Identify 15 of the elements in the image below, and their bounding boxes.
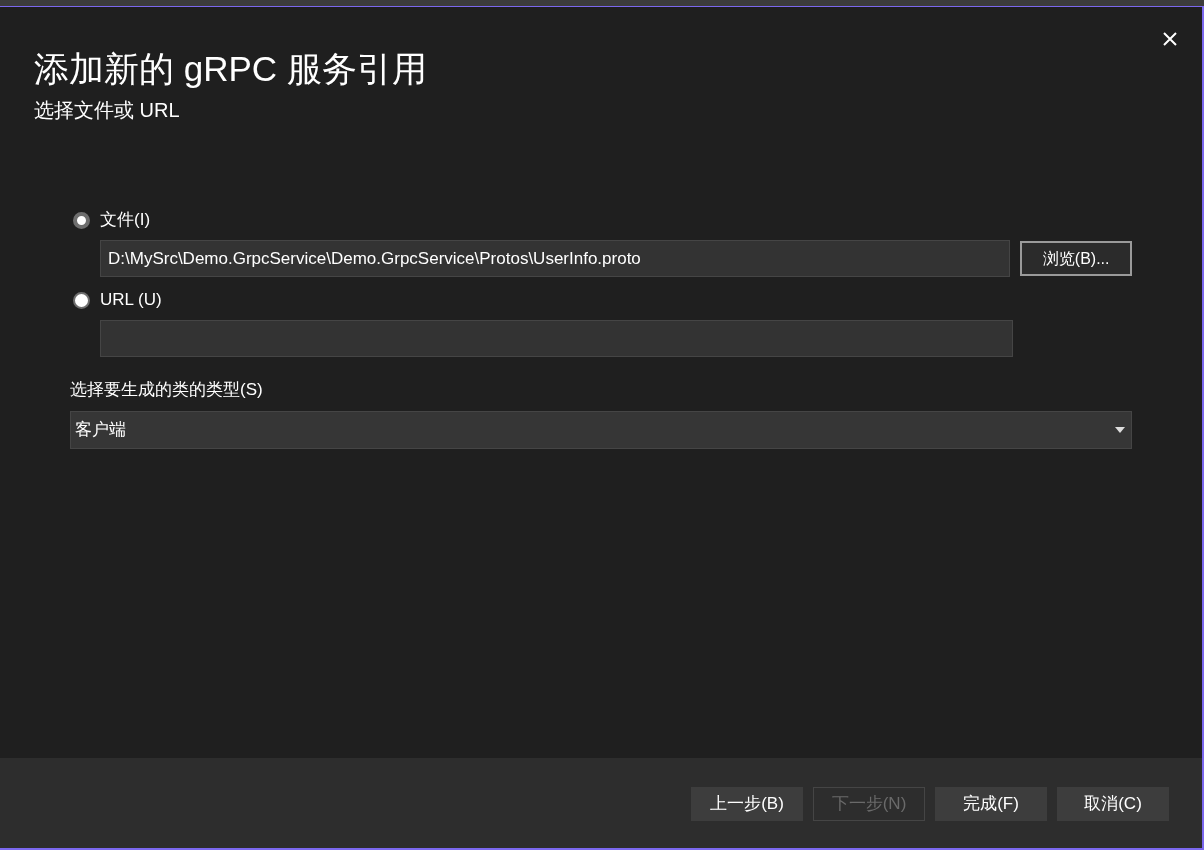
dialog-title: 添加新的 gRPC 服务引用 (34, 48, 428, 90)
browse-button[interactable]: 浏览(B)... (1020, 241, 1132, 276)
caret-icon (1115, 426, 1125, 433)
class-type-dropdown[interactable]: 客户端 (70, 410, 1132, 449)
footer-button[interactable]: 取消(C) (1057, 787, 1169, 821)
footer-button[interactable]: 完成(F) (935, 787, 1047, 821)
footer-button[interactable]: 上一步(B) (691, 787, 803, 821)
path-field[interactable]: D:\MySrc\Demo.GrpcService\Demo.GrpcService\Protos\UserInfo.proto (100, 240, 1011, 277)
class-type-label: 选择要生成的类的类型(S) (70, 379, 264, 401)
radio-button[interactable] (73, 291, 90, 309)
path-field[interactable] (100, 320, 1013, 357)
radio-label[interactable]: URL (U) (100, 287, 162, 313)
radio-label[interactable]: 文件(I) (100, 207, 151, 233)
dialog-subtitle: 选择文件或 URL (34, 98, 181, 123)
radio-button[interactable] (73, 211, 90, 229)
